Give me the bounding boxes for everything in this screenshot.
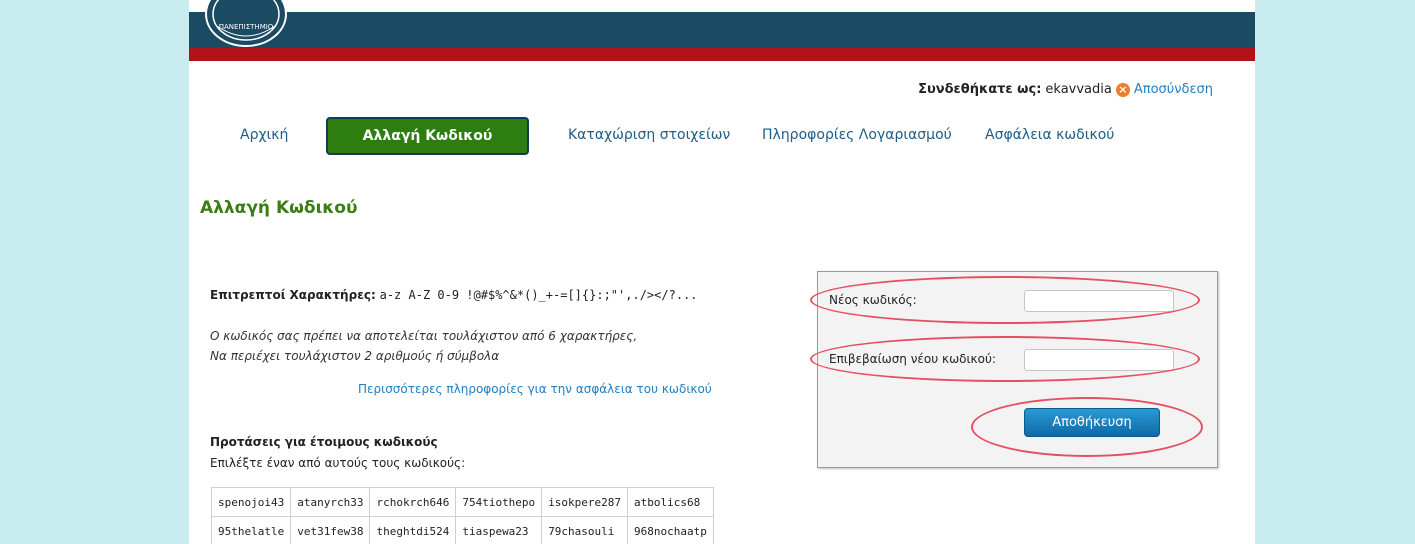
suggested-password[interactable]: vet31few38 (290, 516, 371, 544)
header-bar: ΠΑΝΕΠΙΣΤΗΜΙΟ (189, 0, 1255, 48)
suggestions-title: Προτάσεις για έτοιμους κωδικούς (210, 435, 438, 449)
suggested-password[interactable]: atbolics68 (627, 487, 714, 517)
confirm-password-label: Επιβεβαίωση νέου κωδικού: (829, 352, 996, 366)
suggested-password[interactable]: 754tiothepo (455, 487, 543, 517)
close-circle-icon[interactable]: × (1115, 82, 1130, 97)
password-rule: Να περιέχει τουλάχιστον 2 αριθμούς ή σύμ… (210, 349, 500, 363)
main-nav: Αρχική Αλλαγή Κωδικού Καταχώριση στοιχεί… (189, 117, 1255, 157)
new-password-label: Νέος κωδικός: (829, 293, 917, 307)
suggested-password[interactable]: atanyrch33 (290, 487, 371, 517)
allowed-characters-list: a-z A-Z 0-9 !@#$%^&*()_+-=[]{}:;"',./></… (379, 288, 698, 302)
suggested-password[interactable]: 968nochaatp (627, 516, 714, 544)
confirm-password-input[interactable] (1024, 349, 1174, 371)
logout-link[interactable]: Αποσύνδεση (1134, 82, 1213, 97)
nav-item-change-password[interactable]: Αλλαγή Κωδικού (326, 117, 529, 155)
more-info-link[interactable]: Περισσότερες πληροφορίες για την ασφάλει… (358, 382, 712, 396)
username: ekavvadia (1045, 82, 1112, 97)
allowed-characters-label: Επιτρεπτοί Χαρακτήρες: (210, 288, 376, 302)
suggested-password[interactable]: spenojoi43 (210, 487, 292, 517)
page-margin (0, 0, 189, 12)
page-title: Αλλαγή Κωδικού (200, 198, 358, 218)
nav-item-home[interactable]: Αρχική (240, 117, 288, 153)
suggestions-subtitle: Επιλέξτε έναν από αυτούς τους κωδικούς: (210, 456, 466, 470)
suggested-password[interactable]: rchokrch646 (369, 487, 457, 517)
suggested-password[interactable]: 95thelatle (210, 516, 292, 544)
table-row: 95thelatle vet31few38 theghtdi524 tiaspe… (210, 516, 714, 544)
password-rule: Ο κωδικός σας πρέπει να αποτελείται τουλ… (210, 329, 638, 343)
suggested-passwords-table: spenojoi43 atanyrch33 rchokrch646 754tio… (210, 487, 714, 544)
svg-text:ΠΑΝΕΠΙΣΤΗΜΙΟ: ΠΑΝΕΠΙΣΤΗΜΙΟ (219, 23, 274, 31)
change-password-form: Νέος κωδικός: Επιβεβαίωση νέου κωδικού: … (810, 271, 1218, 468)
new-password-input[interactable] (1024, 290, 1174, 312)
allowed-characters: Επιτρεπτοί Χαρακτήρες: a-z A-Z 0-9 !@#$%… (210, 288, 698, 302)
page-container: ΠΑΝΕΠΙΣΤΗΜΙΟ Συνδεθήκατε ως: ekavvadia ×… (189, 0, 1255, 544)
suggested-password[interactable]: 79chasouli (541, 516, 629, 544)
suggested-password[interactable]: isokpere287 (541, 487, 629, 517)
nav-item-password-security[interactable]: Ασφάλεια κωδικού (985, 117, 1114, 153)
header-accent-bar (189, 48, 1255, 61)
suggested-password[interactable]: theghtdi524 (369, 516, 457, 544)
nav-item-register-details[interactable]: Καταχώριση στοιχείων (568, 117, 730, 153)
table-row: spenojoi43 atanyrch33 rchokrch646 754tio… (210, 487, 714, 517)
user-status: Συνδεθήκατε ως: ekavvadia × Αποσύνδεση (918, 82, 1213, 97)
nav-item-account-info[interactable]: Πληροφορίες Λογαριασμού (762, 117, 952, 153)
suggested-password[interactable]: tiaspewa23 (455, 516, 543, 544)
save-button[interactable]: Αποθήκευση (1024, 408, 1160, 437)
logged-in-label: Συνδεθήκατε ως: (918, 82, 1042, 97)
university-seal-logo: ΠΑΝΕΠΙΣΤΗΜΙΟ (205, 0, 287, 47)
